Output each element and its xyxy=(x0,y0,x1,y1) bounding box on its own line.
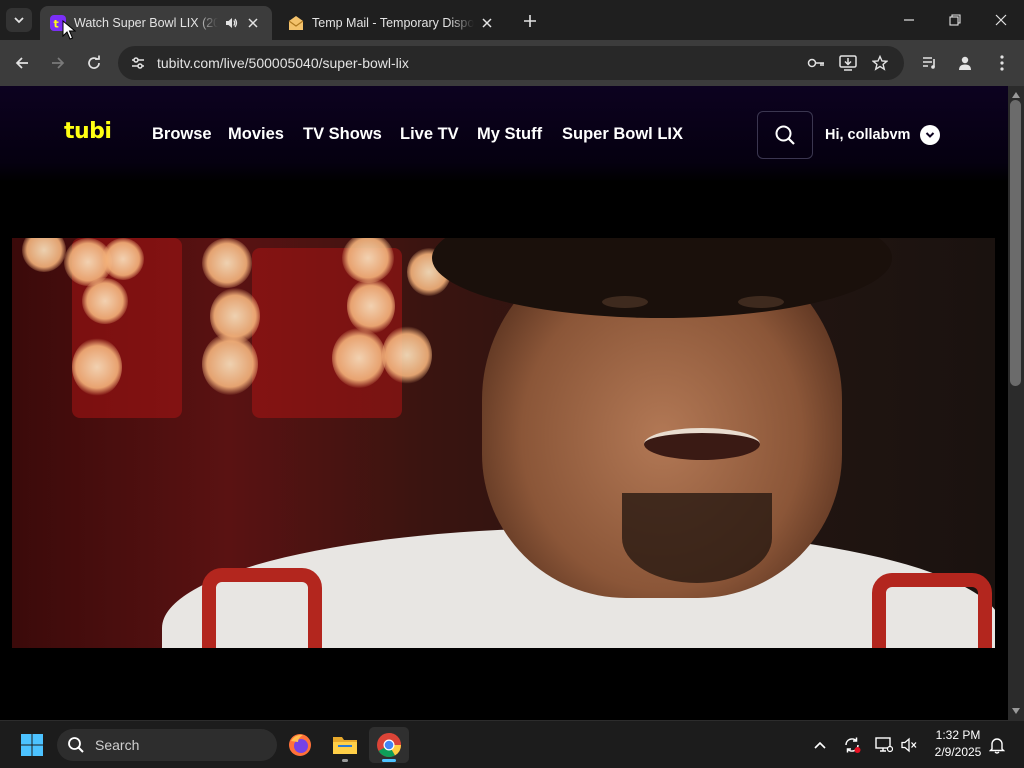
player-mouth xyxy=(644,428,760,460)
page-content: tubi Browse Movies TV Shows Live TV My S… xyxy=(0,86,1008,720)
mouse-cursor-icon xyxy=(62,20,76,40)
scroll-down-arrow-icon[interactable] xyxy=(1008,704,1024,718)
close-tab-icon[interactable] xyxy=(478,14,496,32)
firefox-icon xyxy=(289,734,311,756)
start-button[interactable] xyxy=(12,727,52,763)
back-button[interactable] xyxy=(8,49,36,77)
site-search-button[interactable] xyxy=(757,111,813,159)
scrollbar-thumb[interactable] xyxy=(1010,100,1021,386)
jersey-number xyxy=(202,568,322,648)
address-bar[interactable]: tubitv.com/live/500005040/super-bowl-lix xyxy=(118,46,904,80)
profile-button[interactable] xyxy=(951,49,979,77)
more-vertical-icon xyxy=(1000,55,1004,71)
minimize-button[interactable] xyxy=(886,0,932,40)
system-clock[interactable]: 1:32 PM 2/9/2025 xyxy=(926,727,990,761)
bokeh-light xyxy=(347,278,395,334)
tab-title: Watch Super Bowl LIX (2025) xyxy=(74,16,218,30)
player-eye xyxy=(738,296,784,308)
tab-title: Temp Mail - Temporary Disposable Email xyxy=(312,16,474,30)
file-explorer-taskbar-button[interactable] xyxy=(325,727,365,763)
jersey-number xyxy=(872,573,992,648)
nav-tv-shows[interactable]: TV Shows xyxy=(303,125,382,144)
user-menu-chevron-icon[interactable] xyxy=(920,125,940,145)
svg-text:t: t xyxy=(54,18,59,31)
notification-bell-icon[interactable] xyxy=(985,733,1009,757)
tab-search-button[interactable] xyxy=(6,8,32,32)
bokeh-light xyxy=(202,333,258,395)
arrow-right-icon xyxy=(52,57,65,69)
search-icon xyxy=(68,737,84,753)
playlist-icon xyxy=(923,57,935,69)
speaker-icon[interactable] xyxy=(222,15,240,31)
volume-muted-icon[interactable] xyxy=(897,733,921,757)
site-header: tubi Browse Movies TV Shows Live TV My S… xyxy=(0,86,1008,182)
running-indicator xyxy=(342,759,348,762)
bokeh-light xyxy=(22,238,66,272)
nav-browse[interactable]: Browse xyxy=(152,125,212,144)
browser-menu-button[interactable] xyxy=(988,49,1016,77)
site-settings-icon[interactable] xyxy=(128,53,148,73)
chrome-taskbar-button[interactable] xyxy=(369,727,409,763)
player-beard xyxy=(622,493,772,583)
taskbar-search-label: Search xyxy=(95,737,140,753)
close-icon xyxy=(995,14,1007,26)
restore-icon xyxy=(949,14,961,26)
close-window-button[interactable] xyxy=(978,0,1024,40)
player-eye xyxy=(602,296,648,308)
bokeh-light xyxy=(82,278,128,324)
clock-date: 2/9/2025 xyxy=(934,745,982,759)
arrow-left-icon xyxy=(15,57,28,69)
bokeh-light xyxy=(72,338,122,396)
url-text[interactable]: tubitv.com/live/500005040/super-bowl-lix xyxy=(157,55,409,71)
bokeh-light xyxy=(102,238,144,280)
clock-time: 1:32 PM xyxy=(935,728,981,742)
nav-my-stuff[interactable]: My Stuff xyxy=(477,125,542,144)
restore-button[interactable] xyxy=(932,0,978,40)
player-hair xyxy=(432,238,892,318)
nav-movies[interactable]: Movies xyxy=(228,125,284,144)
bokeh-light xyxy=(202,238,252,288)
profile-icon xyxy=(959,56,971,70)
reload-icon xyxy=(88,55,100,69)
close-tab-icon[interactable] xyxy=(244,14,262,32)
sync-icon[interactable] xyxy=(840,733,864,757)
bokeh-light xyxy=(382,326,432,384)
reload-button[interactable] xyxy=(80,49,108,77)
browser-toolbar: tubitv.com/live/500005040/super-bowl-lix xyxy=(0,40,1024,86)
plus-icon xyxy=(524,15,536,27)
tempmail-favicon xyxy=(288,15,304,31)
media-controls-button[interactable] xyxy=(916,49,944,77)
file-explorer-icon xyxy=(333,737,357,754)
install-app-icon[interactable] xyxy=(838,53,858,73)
new-tab-button[interactable] xyxy=(518,9,542,33)
network-icon[interactable] xyxy=(872,733,896,757)
tab-strip: t Watch Super Bowl LIX (2025) Temp Mail … xyxy=(0,0,1024,40)
user-greeting[interactable]: Hi, collabvm xyxy=(825,127,910,143)
nav-live-tv[interactable]: Live TV xyxy=(400,125,459,144)
firefox-taskbar-button[interactable] xyxy=(280,727,320,763)
search-icon xyxy=(775,125,795,145)
minimize-icon xyxy=(904,19,914,21)
running-indicator xyxy=(382,759,396,762)
bookmark-star-icon[interactable] xyxy=(870,53,890,73)
taskbar-search-box[interactable]: Search xyxy=(57,729,277,761)
forward-button[interactable] xyxy=(44,49,72,77)
chrome-icon xyxy=(377,733,401,758)
show-hidden-icons-chevron-icon[interactable] xyxy=(808,733,832,757)
tubi-logo[interactable]: tubi xyxy=(64,119,112,144)
video-player[interactable] xyxy=(12,238,995,648)
bokeh-light xyxy=(332,328,386,388)
chevron-down-icon xyxy=(14,17,24,24)
windows-taskbar: Search 1:32 PM 2/9/2025 xyxy=(0,720,1024,768)
windows-logo-icon xyxy=(21,734,43,756)
nav-super-bowl-lix[interactable]: Super Bowl LIX xyxy=(562,125,683,144)
tab-temp-mail[interactable]: Temp Mail - Temporary Disposable Email xyxy=(278,6,506,40)
password-key-icon[interactable] xyxy=(806,53,826,73)
